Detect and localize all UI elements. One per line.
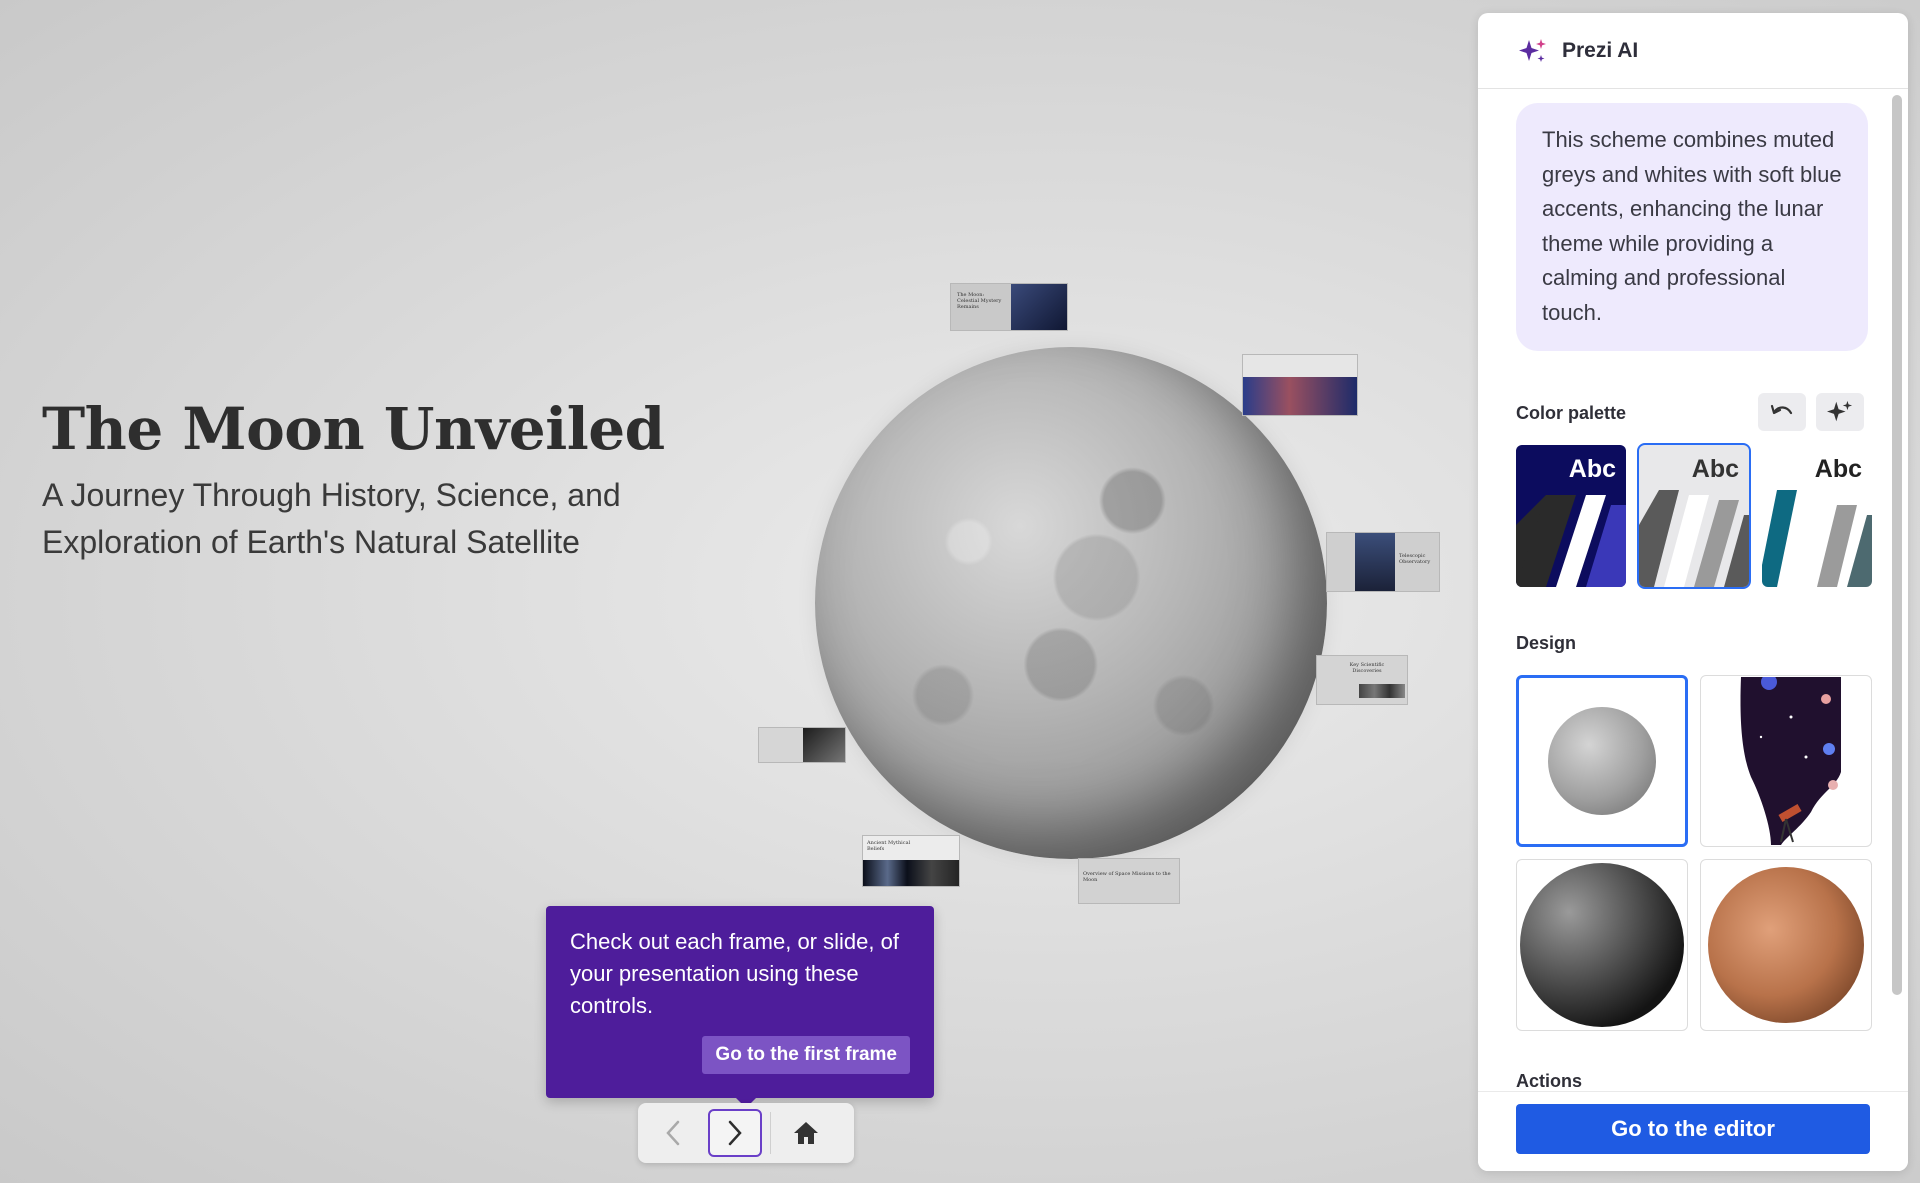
panel-header: Prezi AI	[1478, 13, 1908, 89]
generate-palette-button[interactable]	[1816, 393, 1864, 431]
frame-thumbnail[interactable]	[758, 727, 846, 763]
frame-image	[1359, 684, 1405, 698]
palette-label: Abc	[1568, 455, 1616, 483]
actions-label: Actions	[1516, 1071, 1583, 1091]
panel-title: Prezi AI	[1562, 38, 1639, 62]
previous-frame-button[interactable]	[646, 1109, 700, 1157]
ai-message: This scheme combines muted greys and whi…	[1516, 103, 1868, 351]
design-option-dark-moon[interactable]	[1516, 859, 1688, 1031]
chevron-right-icon	[728, 1120, 742, 1146]
frame-title: The Moon: Celestial Mystery Remains	[957, 292, 1002, 310]
palette-option-selected[interactable]: Abc	[1637, 443, 1751, 589]
next-frame-button[interactable]	[708, 1109, 762, 1157]
frame-thumbnail[interactable]	[1242, 354, 1358, 416]
frame-title: Ancient Mythical Beliefs	[867, 840, 911, 852]
tooltip-text: Check out each frame, or slide, of your …	[570, 929, 899, 1018]
design-label: Design	[1516, 633, 1577, 653]
go-to-editor-button[interactable]: Go to the editor	[1516, 1104, 1870, 1154]
space-telescope-thumbnail	[1740, 677, 1841, 845]
scrollbar[interactable]	[1892, 95, 1902, 995]
frame-thumbnail[interactable]: Ancient Mythical Beliefs	[862, 835, 960, 887]
frame-image	[803, 728, 845, 762]
frame-thumbnail[interactable]: Key Scientific Discoveries	[1316, 655, 1408, 705]
go-to-first-frame-button[interactable]: Go to the first frame	[702, 1036, 910, 1074]
sparkle-icon	[1519, 38, 1546, 62]
design-option-space[interactable]	[1700, 675, 1872, 847]
observatory-image	[1355, 533, 1395, 591]
frame-navigation	[638, 1103, 854, 1163]
frame-title: Key Scientific Discoveries	[1349, 662, 1385, 674]
palette-label: Abc	[1691, 455, 1739, 483]
chevron-left-icon	[666, 1120, 680, 1146]
frame-image	[1243, 377, 1357, 415]
mars-thumbnail	[1708, 867, 1864, 1023]
divider	[770, 1112, 771, 1154]
presentation-title: The Moon Unveiled	[42, 395, 665, 463]
frame-image	[863, 860, 959, 886]
moon-thumbnail	[1548, 707, 1656, 815]
moon-image	[815, 347, 1327, 859]
frame-thumbnail[interactable]: Telescopic Observatory	[1326, 532, 1440, 592]
undo-button[interactable]	[1758, 393, 1806, 431]
palette-option[interactable]: Abc	[1516, 445, 1626, 587]
frame-thumbnail[interactable]: Overview of Space Missions to the Moon	[1078, 858, 1180, 904]
frame-thumbnail[interactable]: The Moon: Celestial Mystery Remains	[950, 283, 1068, 331]
prezi-ai-panel: Prezi AI This scheme combines muted grey…	[1478, 13, 1908, 1171]
presentation-canvas: The Moon Unveiled A Journey Through Hist…	[0, 0, 1478, 1183]
home-icon	[794, 1122, 818, 1144]
sparkle-icon	[1827, 400, 1853, 422]
palette-label: Abc	[1814, 455, 1862, 483]
design-option-moon[interactable]	[1516, 675, 1688, 847]
home-button[interactable]	[779, 1109, 833, 1157]
frame-title: Overview of Space Missions to the Moon	[1083, 871, 1171, 883]
onboarding-tooltip: Check out each frame, or slide, of your …	[546, 906, 934, 1108]
design-option-mars[interactable]	[1700, 859, 1872, 1031]
undo-icon	[1770, 404, 1793, 415]
dark-moon-thumbnail	[1520, 863, 1684, 1027]
palette-option[interactable]: Abc	[1762, 445, 1872, 587]
frame-title: Telescopic Observatory	[1399, 553, 1431, 565]
color-palette-label: Color palette	[1516, 403, 1627, 423]
telescope-image	[1011, 284, 1067, 330]
panel-footer: Go to the editor	[1478, 1091, 1908, 1171]
presentation-subtitle: A Journey Through History, Science, and …	[42, 477, 621, 560]
